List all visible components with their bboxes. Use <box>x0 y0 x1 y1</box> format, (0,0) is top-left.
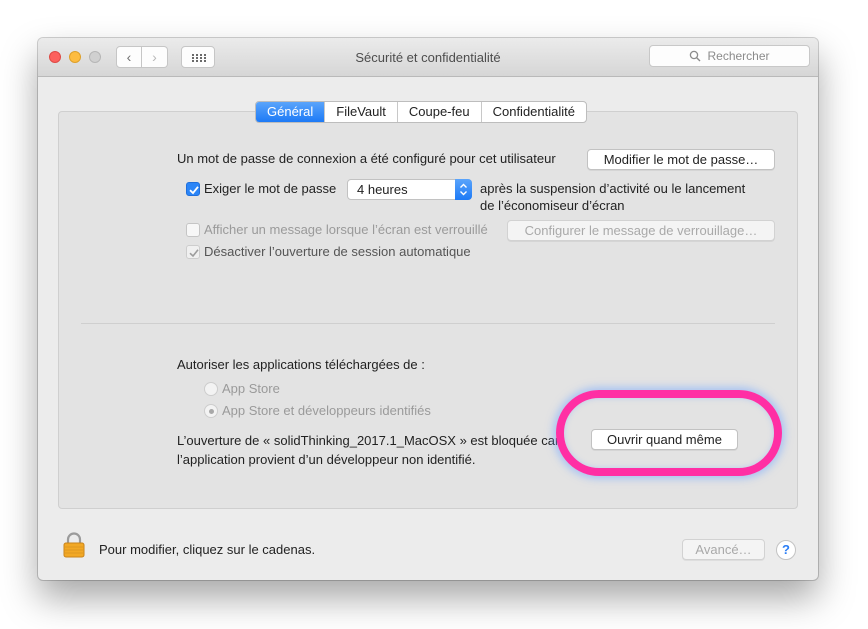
advanced-button[interactable]: Avancé… <box>682 539 765 560</box>
require-password-label: Exiger le mot de passe <box>204 181 337 196</box>
tab-firewall[interactable]: Coupe-feu <box>396 102 481 122</box>
titlebar: ‹ › Sécurité et confidentialité Recherch… <box>38 38 818 77</box>
tab-general[interactable]: Général <box>256 102 325 122</box>
radio-app-store-label: App Store <box>222 381 280 396</box>
open-anyway-button[interactable]: Ouvrir quand même <box>591 429 738 450</box>
popup-arrows-icon <box>455 179 472 200</box>
radio-identified-developers[interactable] <box>204 404 218 418</box>
require-delay-value: 4 heures <box>357 182 408 197</box>
tab-privacy[interactable]: Confidentialité <box>480 102 586 122</box>
show-message-label: Afficher un message lorsque l’écran est … <box>204 222 488 237</box>
require-password-checkbox[interactable] <box>186 182 200 196</box>
divider <box>81 323 775 324</box>
search-field[interactable]: Rechercher <box>649 45 810 67</box>
radio-selected-dot <box>209 409 214 414</box>
blocked-app-text-2: l’application provient d’un développeur … <box>177 452 476 467</box>
checkmark-icon <box>189 186 199 195</box>
password-set-text: Un mot de passe de connexion a été confi… <box>177 151 556 166</box>
radio-identified-developers-label: App Store et développeurs identifiés <box>222 403 431 418</box>
blocked-app-text-1: L’ouverture de « solidThinking_2017.1_Ma… <box>177 433 560 448</box>
search-placeholder: Rechercher <box>707 49 770 63</box>
checkmark-icon <box>189 249 199 258</box>
radio-app-store[interactable] <box>204 382 218 396</box>
configure-message-button[interactable]: Configurer le message de verrouillage… <box>507 220 775 241</box>
require-after-text-2: de l’économiseur d’écran <box>480 198 625 213</box>
disable-auto-login-label: Désactiver l’ouverture de session automa… <box>204 244 471 259</box>
require-delay-popup[interactable]: 4 heures <box>347 179 472 200</box>
change-password-button[interactable]: Modifier le mot de passe… <box>587 149 775 170</box>
tab-bar: Général FileVault Coupe-feu Confidential… <box>255 101 587 123</box>
downloads-heading: Autoriser les applications téléchargées … <box>177 357 425 372</box>
require-after-text-1: après la suspension d’activité ou le lan… <box>480 181 746 196</box>
lock-text: Pour modifier, cliquez sur le cadenas. <box>99 542 316 557</box>
disable-auto-login-checkbox[interactable] <box>186 245 200 259</box>
tab-filevault[interactable]: FileVault <box>324 102 397 122</box>
lock-icon[interactable] <box>62 532 86 558</box>
help-button[interactable]: ? <box>776 540 796 560</box>
show-message-checkbox[interactable] <box>186 223 200 237</box>
search-icon <box>690 50 701 62</box>
preferences-window: ‹ › Sécurité et confidentialité Recherch… <box>38 38 818 580</box>
